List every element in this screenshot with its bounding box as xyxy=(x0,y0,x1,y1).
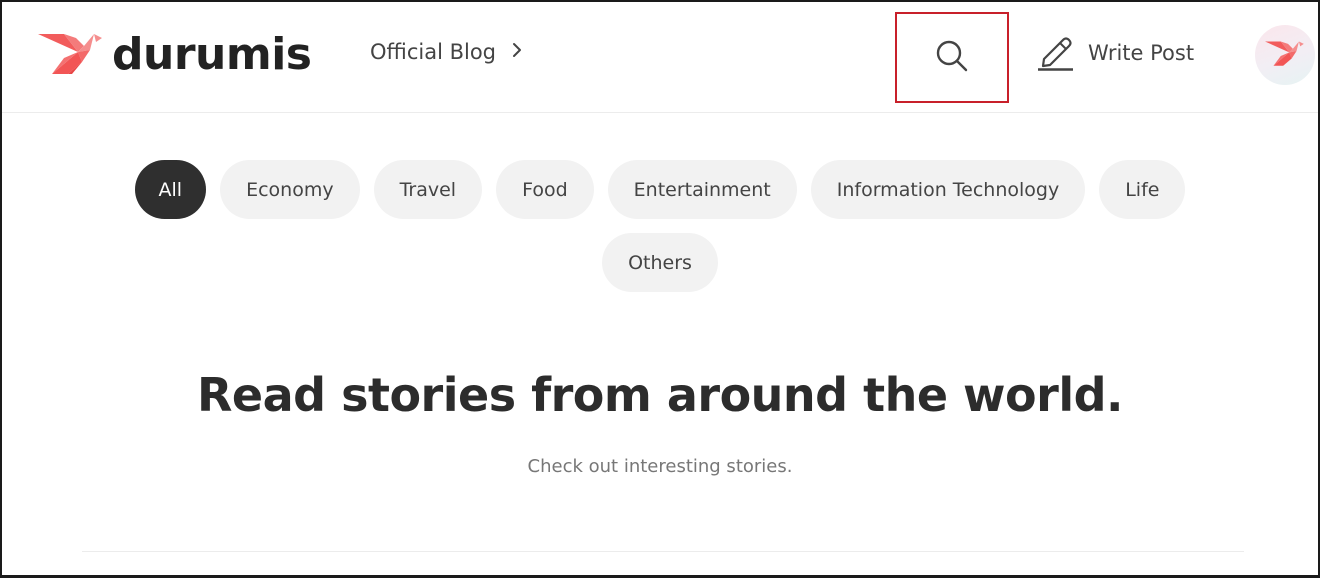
hero-subtitle: Check out interesting stories. xyxy=(527,456,793,477)
search-button[interactable] xyxy=(895,12,1009,103)
breadcrumb-label: Official Blog xyxy=(370,40,497,64)
site-header: durumis Official Blog Write Post xyxy=(2,2,1318,113)
pencil-icon xyxy=(1036,31,1074,76)
chevron-right-icon xyxy=(510,40,524,64)
write-post-button[interactable]: Write Post xyxy=(1036,32,1194,74)
user-avatar[interactable] xyxy=(1255,25,1315,85)
category-chip-entertainment[interactable]: Entertainment xyxy=(607,160,797,219)
category-chip-information-technology[interactable]: Information Technology xyxy=(810,160,1086,219)
category-chip-economy[interactable]: Economy xyxy=(220,160,360,219)
category-chip-all[interactable]: All xyxy=(134,160,207,219)
write-post-label: Write Post xyxy=(1088,41,1195,65)
category-chip-travel[interactable]: Travel xyxy=(373,160,483,219)
breadcrumb-official-blog[interactable]: Official Blog xyxy=(370,40,524,64)
origami-bird-icon xyxy=(1265,37,1305,73)
category-chip-food[interactable]: Food xyxy=(496,160,594,219)
page-frame: durumis Official Blog Write Post All Eco… xyxy=(0,0,1320,578)
hero-title: Read stories from around the world. xyxy=(196,368,1124,422)
category-chip-others[interactable]: Others xyxy=(602,233,718,292)
section-divider xyxy=(82,551,1244,552)
origami-bird-icon xyxy=(38,28,104,82)
category-chip-life[interactable]: Life xyxy=(1099,160,1186,219)
logo-text: durumis xyxy=(112,29,312,80)
logo-link[interactable]: durumis xyxy=(38,28,312,82)
search-icon xyxy=(933,37,971,79)
category-filter: All Economy Travel Food Entertainment In… xyxy=(2,160,1318,292)
